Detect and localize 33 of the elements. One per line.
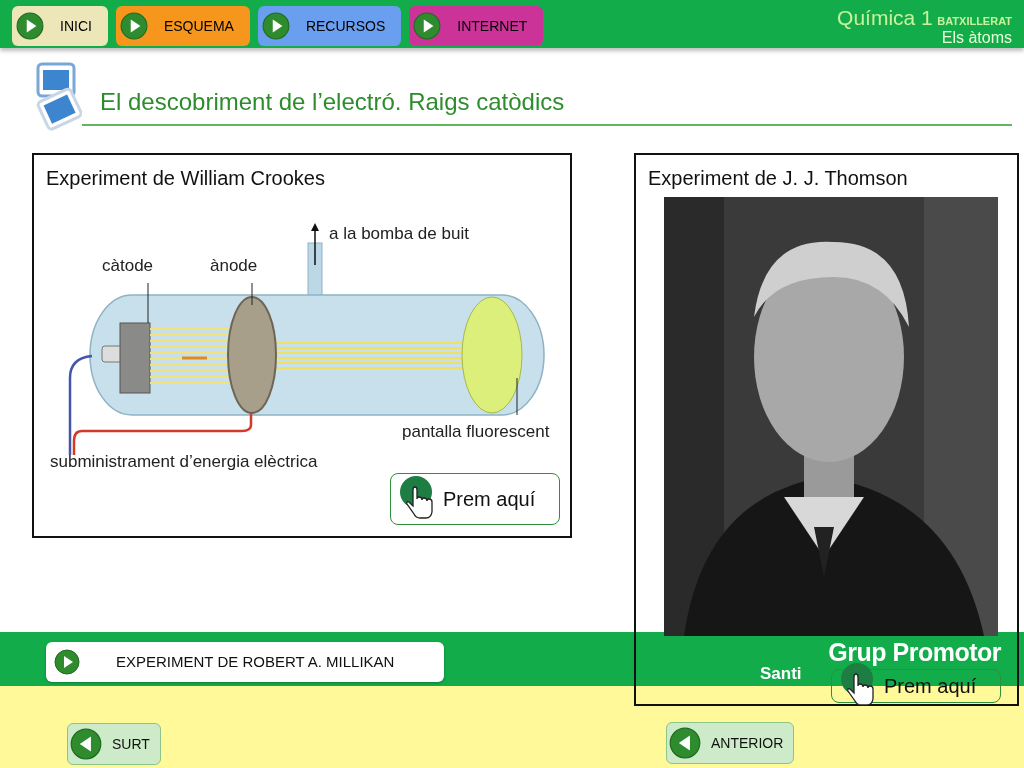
play-icon (16, 12, 44, 40)
diagram-label: subministrament d’energia elèctrica (50, 452, 318, 471)
back-icon (70, 728, 102, 760)
publisher-logo-text: Santi (760, 665, 802, 684)
millikan-experiment-button[interactable]: EXPERIMENT DE ROBERT A. MILLIKAN (46, 642, 444, 682)
diagram-label: pantalla fluorescent (402, 422, 550, 441)
nav-button[interactable]: INICI (12, 6, 108, 46)
slides-icon (34, 62, 82, 132)
nav-button[interactable]: INTERNET (409, 6, 544, 46)
play-icon (119, 12, 148, 40)
leader-line (147, 282, 149, 324)
play-icon (54, 649, 80, 675)
diagram-label: a la bomba de buit (329, 224, 469, 243)
nav-button[interactable]: ESQUEMA (115, 6, 250, 46)
press-here-button[interactable]: Prem aquí (390, 473, 560, 525)
leader-line (516, 377, 518, 416)
unit-title: Els àtoms (940, 29, 1012, 47)
back-button[interactable]: SURT (67, 723, 161, 765)
diagram-label: càtode (102, 256, 154, 275)
course-title: Química 1 (837, 6, 933, 29)
leader-line (251, 282, 253, 306)
play-icon (413, 12, 442, 40)
pump-arrow (311, 223, 319, 266)
course-level: BATXILLERAT (937, 15, 1012, 27)
page-title: El descobriment de l’electró. Raigs catòdics (100, 88, 565, 115)
back-icon (669, 727, 701, 759)
nav-button[interactable]: RECURSOS (257, 6, 402, 46)
publisher-logo-text: Grup Promotor (828, 640, 1001, 665)
play-icon (261, 12, 290, 40)
back-button[interactable]: ANTERIOR (666, 722, 795, 764)
diagram-label: ànode (210, 256, 258, 275)
panel-title: Experiment de J. J. Thomson (648, 167, 908, 189)
panel-title: Experiment de William Crookes (46, 167, 325, 189)
